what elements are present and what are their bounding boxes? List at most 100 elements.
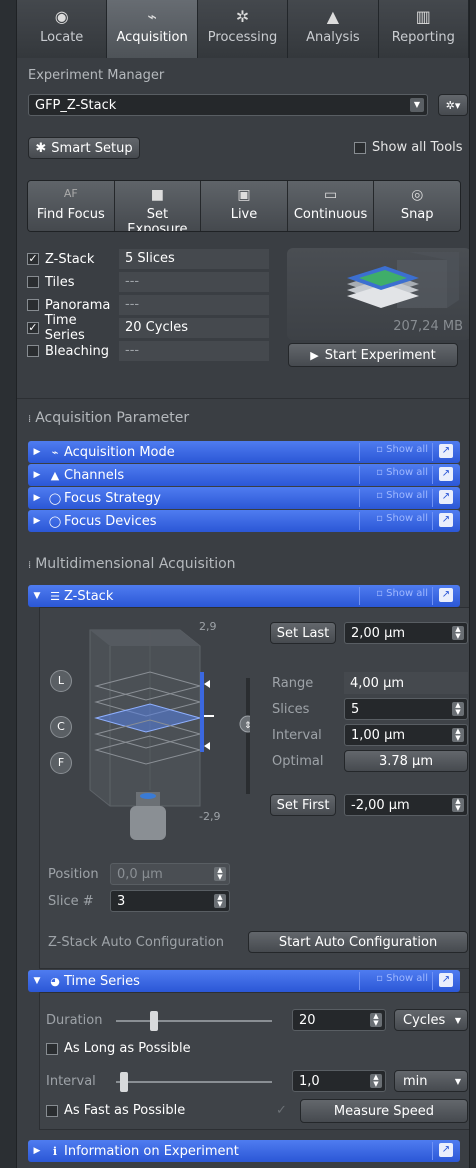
time-series-panel: Duration 20 ▲ ▼ Cycles ▼ As Long as Possi…: [39, 992, 469, 1130]
bar-focus-devices[interactable]: ▶ ◯ Focus Devices ▫ Show all ↗: [28, 510, 460, 532]
last-marker[interactable]: L: [50, 670, 72, 692]
optimal-button[interactable]: 3.78 µm: [344, 750, 468, 772]
tab-acquisition[interactable]: ⌁ Acquisition: [107, 0, 198, 58]
channels-icon: ▲: [50, 468, 60, 482]
divider: [359, 587, 360, 605]
marker-label: L: [57, 674, 65, 687]
popout-icon[interactable]: ↗: [439, 513, 453, 527]
center-marker[interactable]: C: [50, 716, 72, 738]
show-all-toggle[interactable]: ▫ Show all: [376, 467, 428, 478]
camera-icon: ■: [150, 187, 164, 203]
bar-channels[interactable]: ▶ ▲ Channels ▫ Show all ↗: [28, 464, 460, 486]
tab-analysis[interactable]: ▲ Analysis: [288, 0, 379, 58]
zstack-checkbox[interactable]: ✓ Z-Stack: [27, 252, 119, 267]
bar-information-on-experiment[interactable]: ▶ i Information on Experiment ↗: [28, 1140, 460, 1162]
show-all-toggle[interactable]: ▫ Show all: [376, 513, 428, 524]
zstack-panel: ⇕ 2,9 -2,9 L C F Set Last 2,00 µm ▲▼ Ran…: [39, 607, 469, 969]
spinner-icon[interactable]: ▲ ▼: [452, 728, 464, 742]
live-button[interactable]: ▣ Live: [201, 181, 288, 231]
spinner-icon[interactable]: ▲ ▼: [214, 867, 226, 881]
experiment-select[interactable]: GFP_Z-Stack ▼: [28, 94, 428, 116]
continuous-button[interactable]: ▭ Continuous: [287, 181, 375, 231]
duration-unit-select[interactable]: Cycles ▼: [394, 1009, 468, 1031]
spinner-icon[interactable]: ▲ ▼: [370, 1013, 382, 1027]
bar-time-series[interactable]: ▼ ◕ Time Series ▫ Show all ↗: [28, 970, 460, 992]
as-fast-as-possible-checkbox[interactable]: As Fast as Possible: [46, 1103, 185, 1118]
interval-field[interactable]: 1,00 µm ▲ ▼: [344, 724, 468, 746]
popout-icon[interactable]: ↗: [439, 467, 453, 481]
range-label: Range: [272, 676, 314, 691]
show-all-toggle[interactable]: ▫ Show all: [376, 588, 428, 599]
bar-focus-strategy[interactable]: ▶ ◯ Focus Strategy ▫ Show all ↗: [28, 487, 460, 509]
show-all-tools-label: Show all Tools: [372, 140, 463, 155]
popout-icon[interactable]: ↗: [439, 973, 453, 987]
show-all-tools-checkbox[interactable]: Show all Tools: [354, 140, 463, 155]
tab-reporting[interactable]: ▥ Reporting: [378, 0, 469, 58]
acquisition-parameter-header[interactable]: ⁞ Acquisition Parameter: [28, 410, 189, 426]
snap-button[interactable]: ◎ Snap: [374, 181, 460, 231]
start-experiment-button[interactable]: ▶ Start Experiment: [288, 343, 458, 367]
start-auto-config-button[interactable]: Start Auto Configuration: [248, 931, 468, 953]
slice-field[interactable]: 3 ▲ ▼: [110, 890, 230, 912]
divider: [359, 489, 360, 507]
popout-icon[interactable]: ↗: [439, 444, 453, 458]
position-field[interactable]: 0,0 µm ▲ ▼: [110, 863, 230, 885]
divider: [432, 466, 433, 484]
popout-icon[interactable]: ↗: [439, 588, 453, 602]
smart-setup-label: Smart Setup: [51, 140, 133, 156]
dimension-value: ---: [119, 272, 269, 292]
show-all-toggle[interactable]: ▫ Show all: [376, 973, 428, 984]
bar-acquisition-mode[interactable]: ▶ ⌁ Acquisition Mode ▫ Show all ↗: [28, 441, 460, 463]
live-icon: ▣: [237, 187, 251, 203]
field-value: 4,00 µm: [350, 675, 405, 691]
grip-icon: ⁞: [28, 414, 32, 425]
checkbox-box: [27, 299, 39, 311]
show-all-toggle[interactable]: ▫ Show all: [376, 490, 428, 501]
panorama-checkbox[interactable]: Panorama: [27, 298, 119, 313]
zstack-icon: ☰: [50, 589, 60, 603]
smart-setup-button[interactable]: ✱ Smart Setup: [28, 137, 140, 159]
snap-icon: ◎: [411, 187, 424, 203]
set-last-field[interactable]: 2,00 µm ▲ ▼: [344, 622, 468, 644]
spinner-icon[interactable]: ▲ ▼: [452, 702, 464, 716]
tab-processing[interactable]: ✲ Processing: [197, 0, 289, 58]
experiment-options-button[interactable]: ✲▾: [438, 94, 468, 116]
spinner-icon[interactable]: ▲ ▼: [452, 626, 464, 640]
interval-slider-track[interactable]: [116, 1081, 272, 1083]
bar-label: Focus Strategy: [64, 490, 161, 506]
interval-slider-handle[interactable]: [120, 1072, 128, 1092]
tab-label: Locate: [40, 30, 84, 45]
multidimensional-header[interactable]: ⁞ Multidimensional Acquisition: [28, 556, 236, 572]
set-first-field[interactable]: -2,00 µm ▲ ▼: [344, 794, 468, 816]
spinner-icon[interactable]: ▲ ▼: [370, 1074, 382, 1088]
button-label: Set Last: [276, 625, 330, 641]
dimension-value: 5 Slices: [119, 249, 269, 269]
interval-field[interactable]: 1,0 ▲ ▼: [292, 1070, 386, 1092]
dimension-label: Panorama: [45, 297, 111, 313]
set-exposure-button[interactable]: ■ Set Exposure: [114, 181, 202, 231]
duration-slider-track[interactable]: [116, 1020, 272, 1022]
show-all-toggle[interactable]: ▫ Show all: [376, 444, 428, 455]
spinner-icon[interactable]: ▲ ▼: [452, 798, 464, 812]
bar-zstack[interactable]: ▼ ☰ Z-Stack ▫ Show all ↗: [28, 585, 460, 607]
find-focus-button[interactable]: AF Find Focus: [28, 181, 115, 231]
button-label: Start Auto Configuration: [278, 934, 438, 950]
duration-slider-handle[interactable]: [150, 1011, 158, 1031]
spinner-icon[interactable]: ▲ ▼: [214, 894, 226, 908]
measure-speed-button[interactable]: Measure Speed: [300, 1099, 468, 1123]
tab-locate[interactable]: ◉ Locate: [17, 0, 108, 58]
acquisition-icon: ⌁: [147, 7, 157, 26]
slices-field[interactable]: 5 ▲ ▼: [344, 698, 468, 720]
set-last-button[interactable]: Set Last: [270, 622, 336, 644]
set-first-button[interactable]: Set First: [270, 794, 336, 816]
tiles-checkbox[interactable]: Tiles: [27, 275, 119, 290]
duration-field[interactable]: 20 ▲ ▼: [292, 1009, 386, 1031]
first-marker[interactable]: F: [50, 752, 72, 774]
popout-icon[interactable]: ↗: [439, 1143, 453, 1157]
interval-unit-select[interactable]: min ▼: [394, 1070, 468, 1092]
time-series-checkbox[interactable]: ✓ Time Series: [27, 313, 119, 343]
wand-icon: ✱: [35, 140, 47, 156]
bleaching-checkbox[interactable]: Bleaching: [27, 344, 119, 359]
as-long-as-possible-checkbox[interactable]: As Long as Possible: [46, 1041, 191, 1056]
popout-icon[interactable]: ↗: [439, 490, 453, 504]
